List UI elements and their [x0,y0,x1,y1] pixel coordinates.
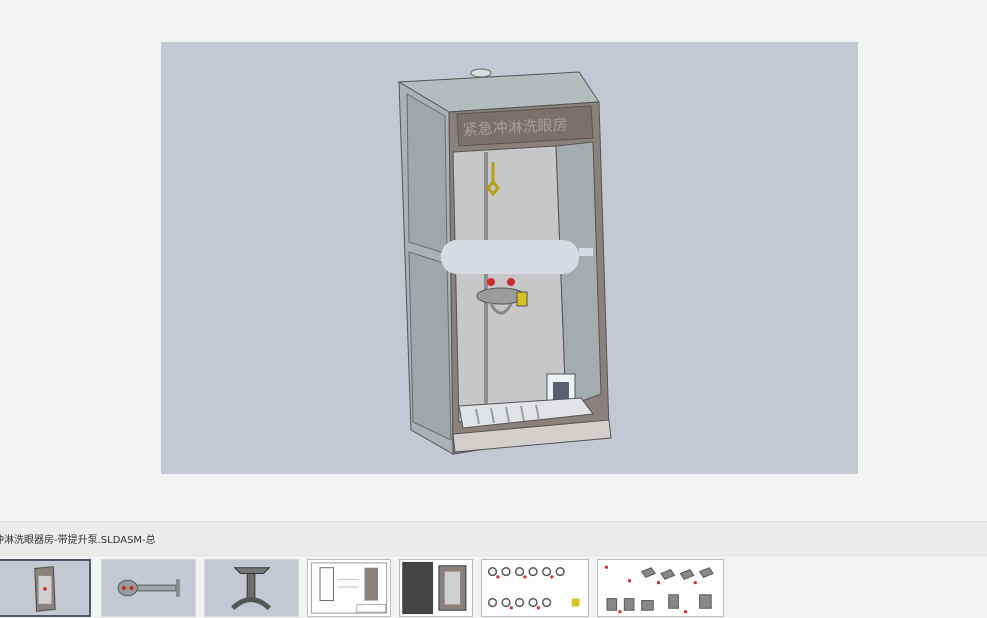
thumbnail-booth-drawing[interactable] [307,559,391,617]
thumbnail-booth-drawing-dark[interactable] [399,559,473,617]
thumbnail-booth[interactable] [0,559,91,617]
thumbnail-bracket[interactable] [204,559,299,617]
thumbnail-parts-sheet-1[interactable] [481,559,589,617]
file-title: 冲淋洗眼器房-带提升泵.SLDASM-总 [0,535,156,546]
file-title-bar: 冲淋洗眼器房-带提升泵.SLDASM-总 [0,521,987,556]
model-viewport[interactable]: 紧急冲淋洗眼房 [161,42,858,474]
roof-valve-icon [470,68,492,78]
thumbnail-parts-sheet-2[interactable] [597,559,724,617]
thumbnail-strip [0,558,987,618]
booth-model-render: 紧急冲淋洗眼房 [397,68,612,455]
thumbnail-eyewash-arm[interactable] [101,559,196,617]
